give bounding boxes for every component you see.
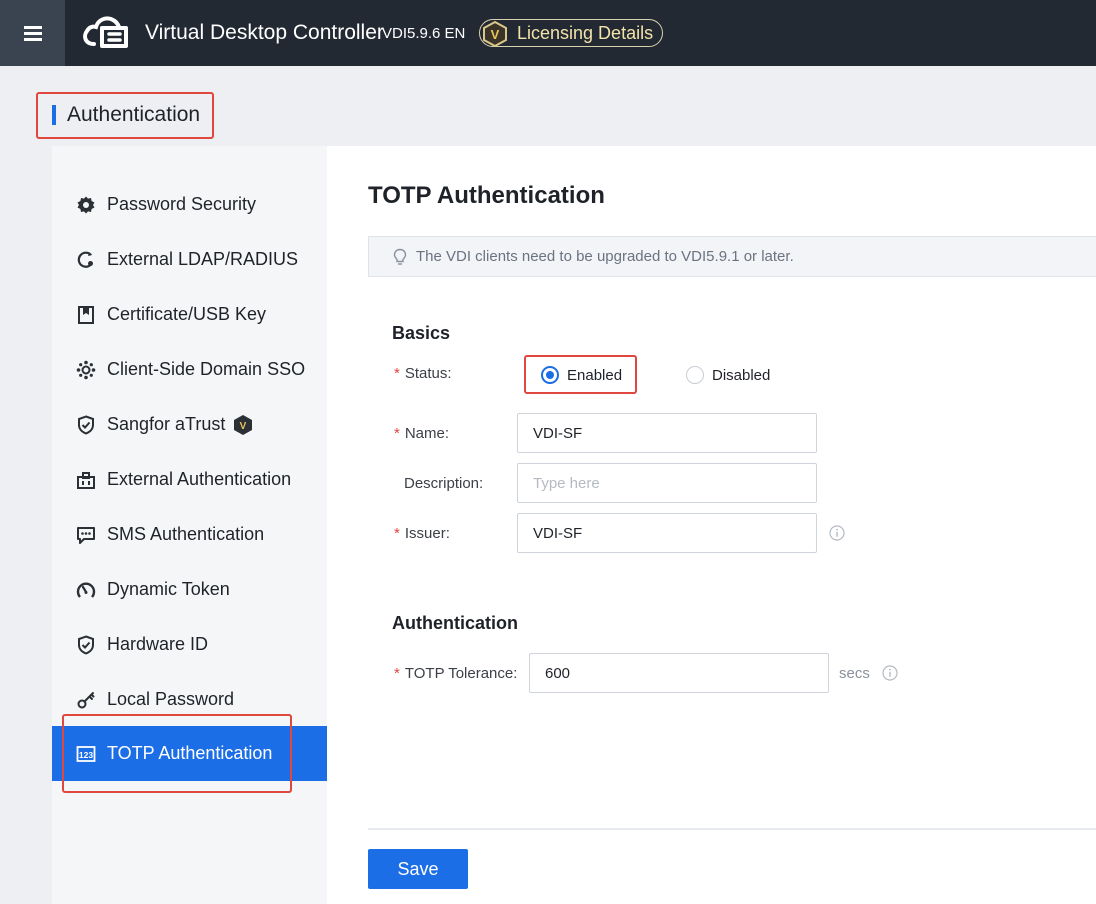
sidebar-item-hardware-id[interactable]: Hardware ID <box>52 617 327 672</box>
issuer-label-text: Issuer: <box>404 525 450 542</box>
sidebar-item-local-password[interactable]: Local Password <box>52 672 327 727</box>
sidebar-item-certificate-usb-key[interactable]: Certificate/USB Key <box>52 287 327 342</box>
sidebar-item-label: Dynamic Token <box>107 579 230 599</box>
totp-tolerance-label-text: TOTP Tolerance: <box>404 665 518 682</box>
sidebar-item-sms-authentication[interactable]: SMS Authentication <box>52 507 327 562</box>
save-button[interactable]: Save <box>368 849 468 889</box>
key-icon <box>76 690 96 710</box>
sidebar-item-label: TOTP Authentication <box>107 743 273 763</box>
premium-badge-letter: V <box>240 421 247 432</box>
name-input[interactable] <box>517 413 817 453</box>
upgrade-notice: The VDI clients need to be upgraded to V… <box>368 236 1096 277</box>
sidebar-item-client-side-domain-sso[interactable]: Client-Side Domain SSO <box>52 342 327 397</box>
issuer-label: * Issuer: <box>394 525 450 542</box>
totp-tolerance-info-icon[interactable] <box>882 665 898 681</box>
app-version: VDI5.9.6 EN <box>382 25 466 42</box>
required-mark: * <box>394 365 400 382</box>
basics-section-title: Basics <box>392 323 451 343</box>
totp-tolerance-label: * TOTP Tolerance: <box>394 665 517 682</box>
page-title: TOTP Authentication <box>368 182 605 209</box>
license-badge-letter: V <box>491 27 500 42</box>
shield-icon <box>76 414 96 435</box>
hamburger-icon <box>23 25 42 41</box>
required-mark: * <box>394 665 400 682</box>
status-disabled-label: Disabled <box>712 366 771 384</box>
sidebar-item-external-authentication[interactable]: External Authentication <box>52 452 327 507</box>
status-enabled-label: Enabled <box>567 366 623 384</box>
sidebar-item-label: Hardware ID <box>107 634 209 654</box>
footer-divider <box>368 828 1096 830</box>
sidebar-item-label: Certificate/USB Key <box>107 304 267 324</box>
sidebar-item-label: Client-Side Domain SSO <box>107 359 306 379</box>
required-mark: * <box>394 525 400 542</box>
status-disabled-radio[interactable]: Disabled <box>686 366 770 384</box>
notice-text: The VDI clients need to be upgraded to V… <box>416 248 794 265</box>
sidebar-item-sangfor-atrust[interactable]: Sangfor aTrust V <box>52 397 327 452</box>
required-mark: * <box>394 425 400 442</box>
issuer-input[interactable] <box>517 513 817 553</box>
totp-icon: 123 <box>76 744 96 764</box>
breadcrumb-accent-bar <box>52 105 56 125</box>
radio-checked-icon <box>541 366 559 384</box>
sidebar-item-label: External LDAP/RADIUS <box>107 249 299 269</box>
app-title: Virtual Desktop Controller <box>145 21 384 44</box>
shield-check-icon <box>76 634 96 655</box>
totp-tolerance-input[interactable] <box>529 653 829 693</box>
description-input[interactable] <box>517 463 817 503</box>
status-label-text: Status: <box>404 365 452 382</box>
sidebar-item-label: SMS Authentication <box>107 524 265 544</box>
status-label: * Status: <box>394 365 452 382</box>
gear-icon <box>76 195 96 215</box>
licensing-details-button[interactable]: V Licensing Details <box>479 19 663 48</box>
sidebar-item-external-ldap-radius[interactable]: External LDAP/RADIUS <box>52 232 327 287</box>
svg-text:123: 123 <box>79 750 93 760</box>
premium-badge-icon: V <box>234 414 252 435</box>
external-auth-icon <box>76 470 96 490</box>
vdc-logo <box>83 16 128 48</box>
top-bar: Virtual Desktop Controller VDI5.9.6 EN V… <box>0 0 1096 66</box>
ldap-icon <box>76 250 96 270</box>
token-icon <box>76 580 96 600</box>
domain-sso-icon <box>76 360 96 380</box>
breadcrumb: Authentication <box>52 103 200 127</box>
authentication-section-title: Authentication <box>392 613 518 633</box>
breadcrumb-title: Authentication <box>67 103 201 126</box>
description-label: Description: <box>404 475 484 492</box>
issuer-info-icon[interactable] <box>829 525 845 541</box>
main-panel: TOTP Authentication The VDI clients need… <box>327 146 1096 904</box>
license-badge-icon: V <box>483 20 507 48</box>
sidebar-item-label: Password Security <box>107 194 257 214</box>
sidebar-item-label: Sangfor aTrust <box>107 414 226 434</box>
totp-tolerance-unit: secs <box>839 665 870 682</box>
sms-icon <box>76 525 96 545</box>
sidebar-item-label: External Authentication <box>107 469 292 489</box>
radio-unchecked-icon <box>686 366 704 384</box>
licensing-details-label: Licensing Details <box>517 23 654 43</box>
sidebar-item-label: Local Password <box>107 689 235 709</box>
certificate-icon <box>76 305 96 325</box>
name-label-text: Name: <box>404 425 450 442</box>
sidebar-item-password-security[interactable]: Password Security <box>52 177 327 232</box>
menu-button[interactable] <box>0 0 65 66</box>
sidebar: Password Security External LDAP/RADIUS C… <box>52 146 327 904</box>
sidebar-item-dynamic-token[interactable]: Dynamic Token <box>52 562 327 617</box>
status-enabled-radio[interactable]: Enabled <box>541 366 622 384</box>
sidebar-item-totp-authentication[interactable]: 123 TOTP Authentication <box>52 726 327 781</box>
name-label: * Name: <box>394 425 449 442</box>
lightbulb-icon <box>393 248 407 265</box>
